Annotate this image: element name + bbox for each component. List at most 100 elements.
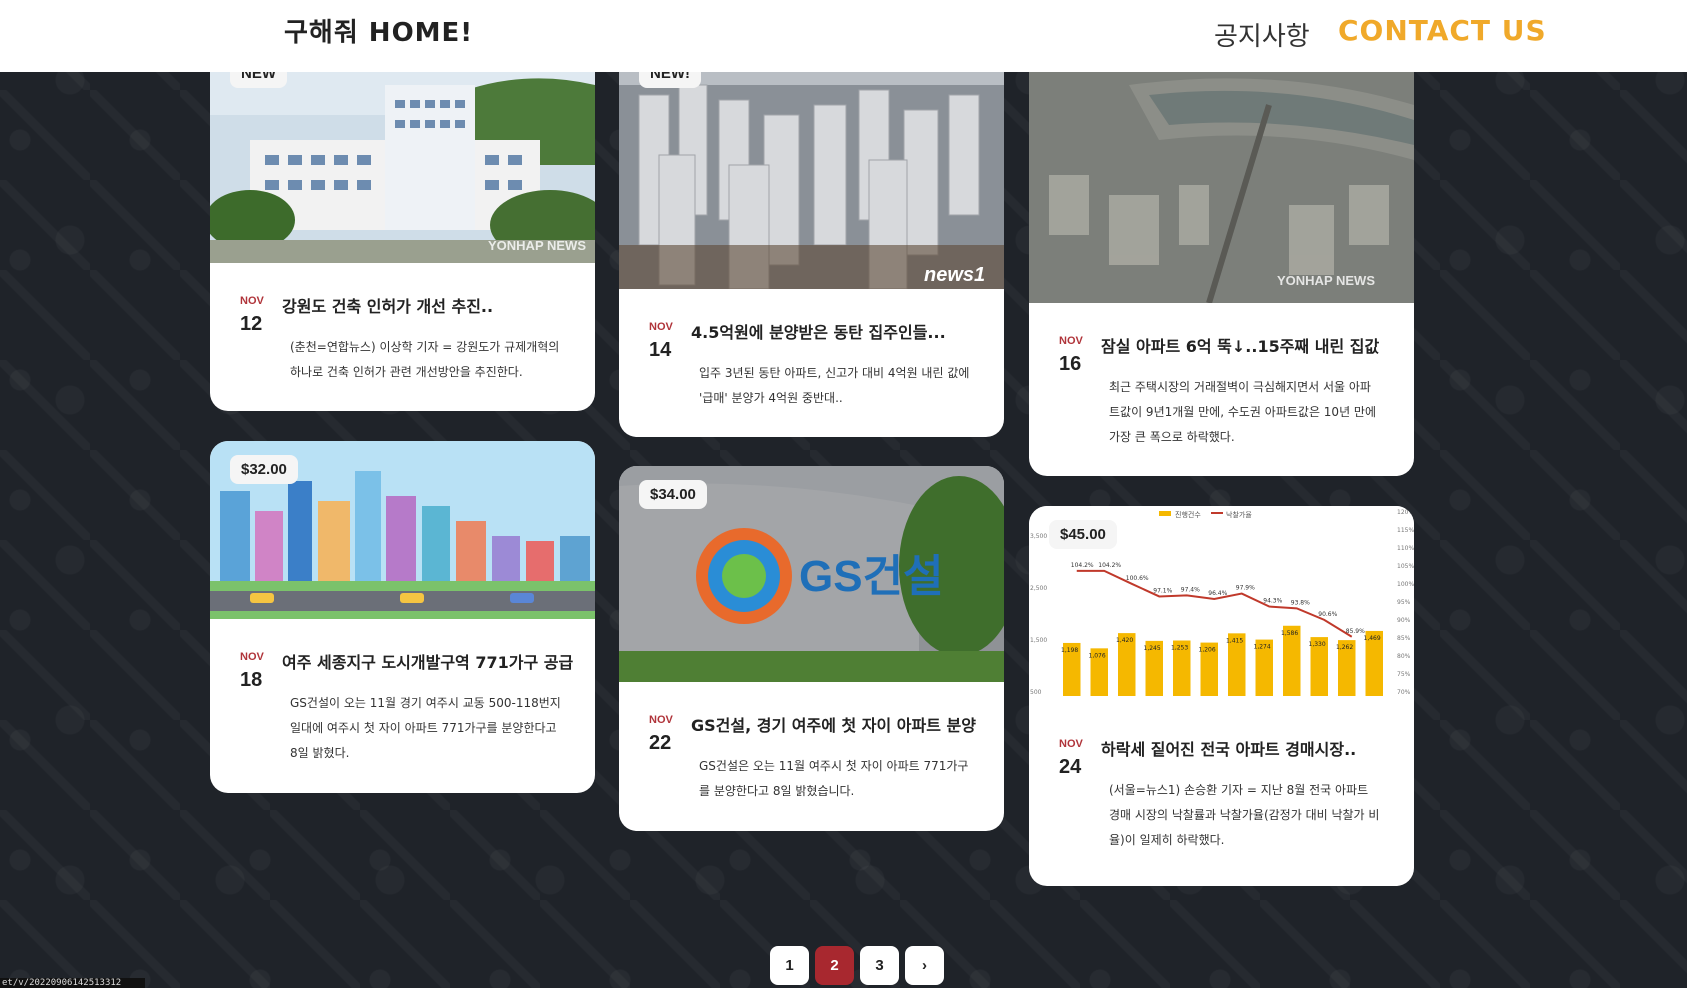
card-text: (춘천=연합뉴스) 이상학 기자 = 강원도가 규제개혁의 하나로 건축 인허가…: [290, 340, 560, 379]
page-button-3[interactable]: 3: [860, 946, 899, 985]
chart-bar-label: 1,415: [1226, 637, 1243, 644]
chart-yaxis-right-label: 85%: [1397, 635, 1411, 642]
gs-logo-text: GS건설: [799, 552, 944, 601]
chart-yaxis-label: 2,500: [1030, 585, 1047, 592]
nav-notice-link[interactable]: 공지사항: [1214, 16, 1310, 53]
card-title[interactable]: 하락세 짙어진 전국 아파트 경매시장..: [1101, 736, 1394, 760]
chart-bar-label: 1,274: [1254, 644, 1271, 651]
card-body: NOV 12 강원도 건축 인허가 개선 추진.. (춘천=연합뉴스) 이상학 …: [210, 263, 595, 405]
card-body: NOV 16 잠실 아파트 6억 뚝↓..15주째 내린 집값 최근 주택시장의…: [1029, 303, 1414, 470]
chart-yaxis-right-label: 115%: [1397, 527, 1414, 534]
chart-bar-label: 1,253: [1171, 645, 1188, 652]
date-month: NOV: [240, 295, 264, 307]
chart-bar-label: 1,262: [1336, 644, 1353, 651]
card-title[interactable]: GS건설, 경기 여주에 첫 자이 아파트 분양: [691, 712, 984, 736]
date-day: 12: [240, 313, 263, 335]
chart-bar-label: 1,198: [1061, 647, 1078, 654]
date-month: NOV: [240, 651, 264, 663]
card-body: NOV 22 GS건설, 경기 여주에 첫 자이 아파트 분양 GS건설은 오는…: [619, 682, 1004, 824]
card-text: 최근 주택시장의 거래절벽이 극심해지면서 서울 아파트값이 9년1개월 만에,…: [1109, 380, 1377, 444]
chart-yaxis-label: 1,500: [1030, 637, 1047, 644]
card-title[interactable]: 잠실 아파트 6억 뚝↓..15주째 내린 집값: [1101, 333, 1394, 357]
chart-yaxis-right-label: 100%: [1397, 581, 1414, 588]
chart-yaxis-right-label: 70%: [1397, 689, 1411, 696]
chart-bar-label: 1,245: [1144, 645, 1161, 652]
card-body: NOV 14 4.5억원에 분양받은 동탄 집주인들... 입주 3년된 동탄 …: [619, 289, 1004, 431]
site-logo[interactable]: 구해줘 HOME!: [284, 12, 473, 49]
card-image-government-building: YONHAP NEWS NEW: [210, 45, 595, 263]
date-month: NOV: [649, 714, 673, 726]
card-title[interactable]: 여주 세종지구 도시개발구역 771가구 공급: [282, 649, 575, 673]
date-day: 14: [649, 339, 672, 361]
card-date: NOV 16: [1059, 335, 1099, 376]
chart-rate-label: 85.9%: [1346, 628, 1365, 635]
card-title[interactable]: 강원도 건축 인허가 개선 추진..: [282, 293, 575, 317]
chart-yaxis-label: 3,500: [1030, 533, 1047, 540]
next-page-button[interactable]: ›: [905, 946, 944, 985]
card-date: NOV 22: [649, 714, 689, 755]
card-badge: $34.00: [639, 480, 707, 509]
date-month: NOV: [1059, 738, 1083, 750]
card-image-jamsil-aerial: YONHAP NEWS: [1029, 45, 1414, 303]
chart-yaxis-label: 500: [1030, 689, 1042, 696]
page-button-1[interactable]: 1: [770, 946, 809, 985]
date-day: 18: [240, 669, 263, 691]
news-card[interactable]: 진행건수 낙찰가율 3,500 2,500 1,500 500 120% 115% 110…: [1029, 506, 1414, 886]
card-date: NOV 18: [240, 651, 280, 692]
card-title[interactable]: 4.5억원에 분양받은 동탄 집주인들...: [691, 319, 984, 343]
card-image-apartment-complex: news1 NEW!: [619, 45, 1004, 289]
card-date: NOV 14: [649, 321, 689, 362]
chart-rate-label: 97.4%: [1181, 586, 1200, 593]
chart-rate-label: 100.6%: [1126, 575, 1149, 582]
chart-rate-label: 90.6%: [1318, 611, 1337, 618]
news-card[interactable]: GS건설 $34.00 NOV 22 GS건설, 경기 여주에 첫 자이 아파트…: [619, 466, 1004, 831]
card-text: GS건설이 오는 11월 경기 여주시 교동 500-118번지 일대에 여주시…: [290, 696, 561, 760]
card-image-gs-building: GS건설 $34.00: [619, 466, 1004, 682]
card-text: GS건설은 오는 11월 여주시 첫 자이 아파트 771가구를 분양한다고 8…: [699, 759, 969, 798]
chart-rate-label: 94.3%: [1263, 598, 1282, 605]
chart-rate-label: 97.1%: [1153, 587, 1172, 594]
browser-status-url: et/v/20220906142513312: [0, 978, 145, 988]
card-body: NOV 24 하락세 짙어진 전국 아파트 경매시장.. (서울=뉴스1) 손승…: [1029, 706, 1414, 873]
date-month: NOV: [1059, 335, 1083, 347]
card-badge: $32.00: [230, 455, 298, 484]
watermark-text: YONHAP NEWS: [1277, 273, 1375, 288]
chart-yaxis-right-label: 120%: [1397, 509, 1414, 516]
card-badge: $45.00: [1049, 520, 1117, 549]
chart-yaxis-right-label: 90%: [1397, 617, 1411, 624]
chart-bar-label: 1,330: [1309, 641, 1326, 648]
page-button-2[interactable]: 2: [815, 946, 854, 985]
date-month: NOV: [649, 321, 673, 333]
legend-rate: 낙찰가율: [1226, 510, 1252, 519]
chart-bar-label: 1,586: [1281, 630, 1298, 637]
news-card[interactable]: $32.00 NOV 18 여주 세종지구 도시개발구역 771가구 공급 GS…: [210, 441, 595, 793]
card-text: 입주 3년된 동탄 아파트, 신고가 대비 4억원 내린 값에 '급매' 분양가…: [699, 366, 970, 405]
card-date: NOV 24: [1059, 738, 1099, 779]
site-header: 구해줘 HOME! 공지사항 CONTACT US: [0, 0, 1687, 72]
card-body: NOV 18 여주 세종지구 도시개발구역 771가구 공급 GS건설이 오는 …: [210, 619, 595, 786]
chart-yaxis-right-label: 80%: [1397, 653, 1411, 660]
chart-yaxis-right-label: 105%: [1397, 563, 1414, 570]
chart-bar-label: 1,469: [1364, 635, 1381, 642]
chart-bar-label: 1,420: [1116, 637, 1133, 644]
news-card[interactable]: YONHAP NEWS NEW NOV 12 강원도 건축 인허가 개선 추진.…: [210, 45, 595, 411]
chart-rate-label: 104.2%: [1098, 562, 1121, 569]
card-image-city-illustration: $32.00: [210, 441, 595, 619]
chart-yaxis-right-label: 95%: [1397, 599, 1411, 606]
nav-contact-link[interactable]: CONTACT US: [1338, 14, 1547, 47]
chart-rate-label: 96.4%: [1208, 590, 1227, 597]
news-card[interactable]: YONHAP NEWS NOV 16 잠실 아파트 6억 뚝↓..15주째 내린…: [1029, 45, 1414, 476]
chart-bar-label: 1,076: [1089, 652, 1106, 659]
news-card[interactable]: news1 NEW! NOV 14 4.5억원에 분양받은 동탄 집주인들...…: [619, 45, 1004, 437]
chart-yaxis-right-label: 110%: [1397, 545, 1414, 552]
watermark-text: YONHAP NEWS: [488, 238, 586, 253]
watermark-text: news1: [924, 264, 985, 286]
date-day: 16: [1059, 353, 1082, 375]
chart-rate-label: 97.9%: [1236, 585, 1255, 592]
date-day: 22: [649, 732, 672, 754]
legend-bars: 진행건수: [1175, 510, 1201, 519]
card-text: (서울=뉴스1) 손승환 기자 = 지난 8월 전국 아파트 경매 시장의 낙찰…: [1109, 783, 1380, 847]
chart-rate-label: 93.8%: [1291, 599, 1310, 606]
date-day: 24: [1059, 756, 1082, 778]
chart-rate-label: 104.2%: [1071, 562, 1094, 569]
